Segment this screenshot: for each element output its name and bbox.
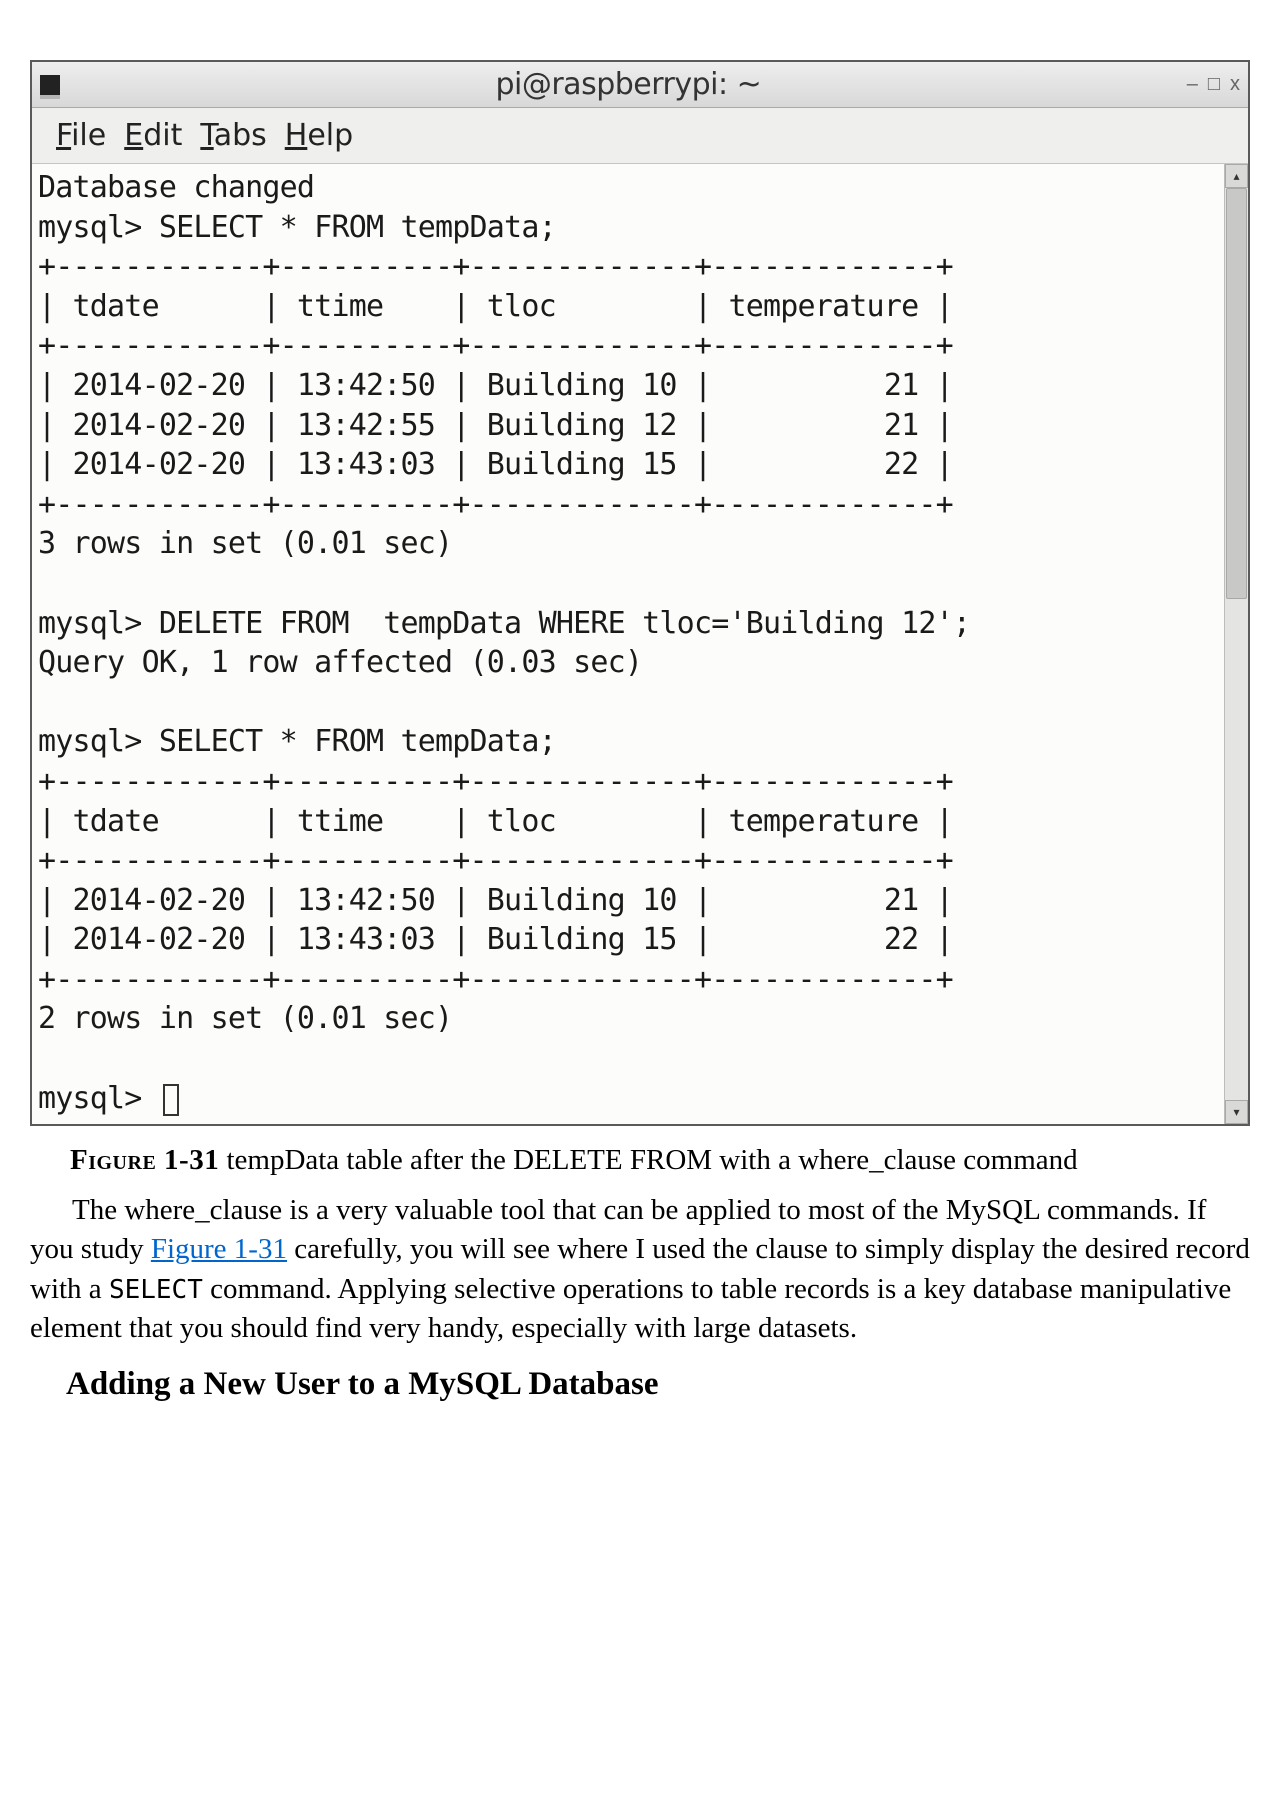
terminal-output[interactable]: Database changed mysql> SELECT * FROM te… [32, 164, 1224, 1124]
table2-border: +------------+----------+-------------+-… [38, 764, 953, 799]
table2-summary: 2 rows in set (0.01 sec) [38, 1001, 452, 1036]
section-heading: Adding a New User to a MySQL Database [66, 1366, 1250, 1403]
figure-link[interactable]: Figure 1-31 [151, 1233, 287, 1265]
scroll-down-button[interactable]: ▾ [1225, 1100, 1248, 1124]
close-button[interactable]: x [1230, 73, 1240, 96]
window-titlebar: pi@raspberrypi: ~ – □ x [32, 62, 1248, 108]
table1-border: +------------+----------+-------------+-… [38, 249, 953, 284]
vertical-scrollbar[interactable]: ▴ ▾ [1224, 164, 1248, 1124]
maximize-button[interactable]: □ [1208, 73, 1220, 96]
table2-header: | tdate | ttime | tloc | temperature | [38, 804, 953, 839]
line-select-1: mysql> SELECT * FROM tempData; [38, 210, 556, 245]
figure-label: Figure 1-31 [70, 1144, 219, 1176]
menu-tabs[interactable]: Tabs [200, 118, 266, 153]
scroll-track[interactable] [1225, 188, 1248, 1100]
minimize-button[interactable]: – [1187, 73, 1198, 96]
line-delete: mysql> DELETE FROM tempData WHERE tloc='… [38, 606, 970, 641]
table1-row: | 2014-02-20 | 13:42:55 | Building 12 | … [38, 408, 953, 443]
window-title: pi@raspberrypi: ~ [70, 67, 1187, 102]
table1-row: | 2014-02-20 | 13:42:50 | Building 10 | … [38, 368, 953, 403]
table1-border: +------------+----------+-------------+-… [38, 328, 953, 363]
terminal-window: pi@raspberrypi: ~ – □ x File Edit Tabs H… [30, 60, 1250, 1126]
menu-help[interactable]: Help [285, 118, 353, 153]
figure-caption: Figure 1-31 tempData table after the DEL… [70, 1144, 1250, 1177]
inline-code: SELECT [109, 1275, 203, 1305]
line-delete-result: Query OK, 1 row affected (0.03 sec) [38, 645, 642, 680]
table1-border: +------------+----------+-------------+-… [38, 487, 953, 522]
table1-header: | tdate | ttime | tloc | temperature | [38, 289, 953, 324]
line-db-changed: Database changed [38, 170, 314, 205]
body-paragraph: The where_clause is a very valuable tool… [30, 1191, 1250, 1348]
table2-border: +------------+----------+-------------+-… [38, 962, 953, 997]
menubar: File Edit Tabs Help [32, 108, 1248, 164]
table2-row: | 2014-02-20 | 13:43:03 | Building 15 | … [38, 922, 953, 957]
table2-border: +------------+----------+-------------+-… [38, 843, 953, 878]
mysql-prompt: mysql> [38, 1081, 159, 1116]
scroll-up-button[interactable]: ▴ [1225, 164, 1248, 188]
figure-caption-text: tempData table after the DELETE FROM wit… [219, 1144, 1077, 1176]
table1-row: | 2014-02-20 | 13:43:03 | Building 15 | … [38, 447, 953, 482]
table1-summary: 3 rows in set (0.01 sec) [38, 526, 452, 561]
app-icon [40, 75, 60, 95]
line-select-2: mysql> SELECT * FROM tempData; [38, 724, 556, 759]
text-cursor [163, 1084, 179, 1116]
menu-file[interactable]: File [56, 118, 106, 153]
table2-row: | 2014-02-20 | 13:42:50 | Building 10 | … [38, 883, 953, 918]
para-text-3: command. Applying selective operations t… [30, 1273, 1231, 1344]
scroll-thumb[interactable] [1226, 188, 1247, 599]
menu-edit[interactable]: Edit [124, 118, 182, 153]
